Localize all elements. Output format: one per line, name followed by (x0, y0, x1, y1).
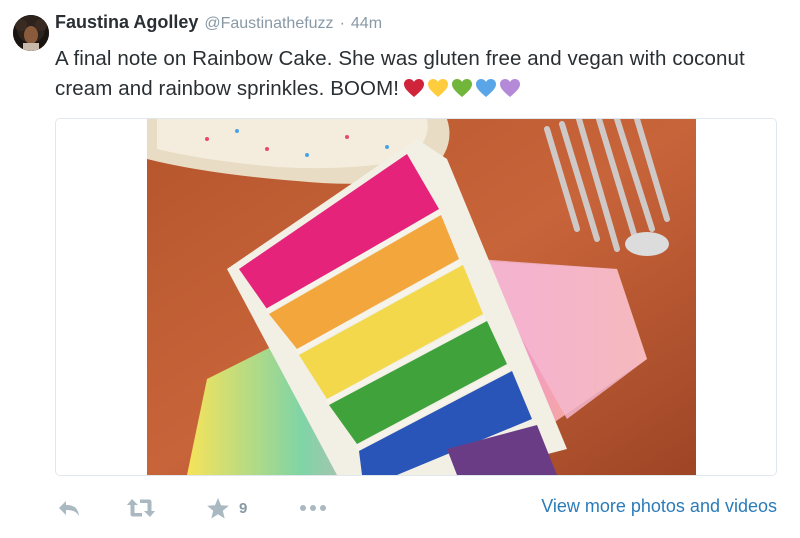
media-card[interactable] (55, 118, 777, 476)
view-more-photos-link[interactable]: View more photos and videos (541, 496, 777, 517)
separator: · (339, 15, 345, 32)
avatar-image (13, 15, 49, 51)
blue-heart-icon (476, 79, 497, 97)
star-icon (207, 497, 229, 518)
tweet: Faustina Agolley @Faustinathefuzz · 44m … (0, 0, 800, 538)
tweet-header: Faustina Agolley @Faustinathefuzz · 44m (55, 12, 382, 36)
cake-illustration (147, 119, 696, 475)
green-heart-icon (452, 79, 473, 97)
tweet-text-body: A final note on Rainbow Cake. She was gl… (55, 47, 745, 100)
reply-button[interactable] (57, 496, 81, 520)
more-dots-icon (300, 505, 326, 511)
author-username[interactable]: @Faustinathefuzz (204, 15, 333, 33)
favorite-count: 9 (239, 499, 248, 517)
tweet-actions: 9 View more photos and videos (55, 488, 785, 528)
purple-heart-icon (500, 79, 521, 97)
rainbow-cake-photo[interactable] (147, 119, 696, 475)
reply-icon (59, 501, 79, 516)
tweet-text: A final note on Rainbow Cake. She was gl… (55, 44, 755, 104)
retweet-icon (127, 499, 155, 517)
author-fullname[interactable]: Faustina Agolley (55, 12, 198, 33)
heart-emojis (403, 78, 521, 98)
favorite-button[interactable]: 9 (207, 496, 247, 520)
retweet-button[interactable] (127, 496, 155, 520)
more-button[interactable] (299, 496, 327, 520)
timestamp[interactable]: 44m (351, 15, 382, 33)
yellow-heart-icon (428, 79, 449, 97)
red-heart-icon (404, 79, 425, 97)
avatar[interactable] (13, 15, 49, 51)
